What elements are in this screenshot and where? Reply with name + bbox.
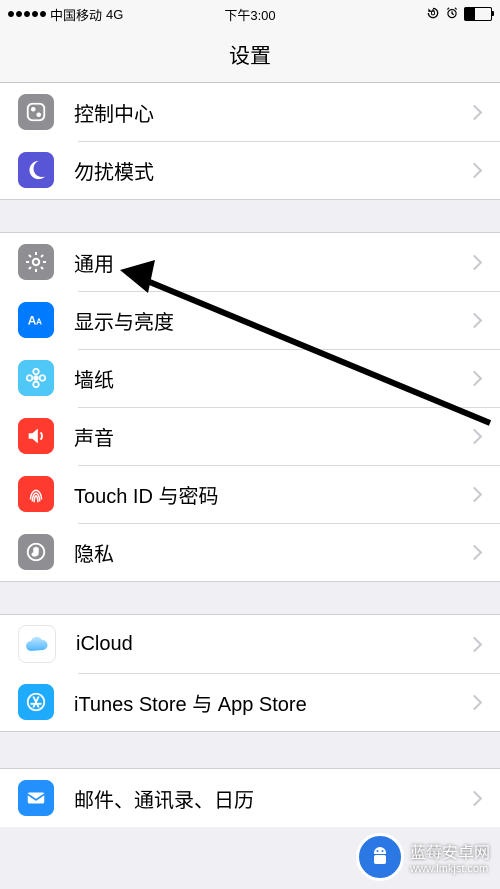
- control-center-icon: [18, 94, 54, 130]
- signal-dots-icon: [8, 11, 46, 17]
- nav-bar: 设置: [0, 28, 500, 83]
- chevron-right-icon: [467, 636, 483, 652]
- flower-icon: [18, 360, 54, 396]
- status-left: 中国移动 4G: [8, 5, 123, 24]
- watermark-url: www.lmkjst.com: [410, 863, 488, 875]
- row-privacy[interactable]: 隐私: [0, 523, 500, 581]
- watermark: 蓝莓安卓网 www.lmkjst.com: [356, 833, 490, 881]
- row-touchid[interactable]: Touch ID 与密码: [0, 465, 500, 523]
- row-label: 勿扰模式: [74, 156, 469, 185]
- row-general[interactable]: 通用: [0, 233, 500, 291]
- row-wallpaper[interactable]: 墙纸: [0, 349, 500, 407]
- svg-text:A: A: [36, 318, 42, 327]
- fingerprint-icon: [18, 476, 54, 512]
- settings-group-3: iCloud iTunes Store 与 App Store: [0, 614, 500, 732]
- row-control-center[interactable]: 控制中心: [0, 83, 500, 141]
- chevron-right-icon: [467, 104, 483, 120]
- gear-icon: [18, 244, 54, 280]
- chevron-right-icon: [467, 162, 483, 178]
- appstore-icon: [18, 684, 54, 720]
- cloud-icon: [18, 625, 56, 663]
- mail-icon: [18, 780, 54, 816]
- clock-label: 下午3:00: [224, 5, 275, 24]
- row-display[interactable]: AA 显示与亮度: [0, 291, 500, 349]
- row-label: 显示与亮度: [74, 306, 469, 335]
- row-label: 通用: [74, 248, 469, 277]
- chevron-right-icon: [467, 428, 483, 444]
- row-label: 邮件、通讯录、日历: [74, 784, 469, 813]
- settings-group-2: 通用 AA 显示与亮度 墙纸 声音 Touch ID 与密码 隐私: [0, 232, 500, 582]
- row-label: 控制中心: [74, 98, 469, 127]
- row-label: 隐私: [74, 538, 469, 567]
- row-label: iCloud: [76, 633, 469, 656]
- row-label: Touch ID 与密码: [74, 480, 469, 509]
- battery-icon: [464, 7, 492, 21]
- page-title: 设置: [229, 40, 271, 70]
- settings-group-4: 邮件、通讯录、日历: [0, 768, 500, 827]
- row-label: 墙纸: [74, 364, 469, 393]
- watermark-logo-icon: [356, 833, 404, 881]
- network-label: 4G: [106, 7, 123, 22]
- chevron-right-icon: [467, 370, 483, 386]
- text-size-icon: AA: [18, 302, 54, 338]
- chevron-right-icon: [467, 790, 483, 806]
- chevron-right-icon: [467, 544, 483, 560]
- status-bar: 中国移动 4G 下午3:00: [0, 0, 500, 28]
- row-mail[interactable]: 邮件、通讯录、日历: [0, 769, 500, 827]
- row-sound[interactable]: 声音: [0, 407, 500, 465]
- chevron-right-icon: [467, 254, 483, 270]
- alarm-icon: [445, 6, 459, 23]
- watermark-title: 蓝莓安卓网: [410, 839, 490, 863]
- chevron-right-icon: [467, 486, 483, 502]
- row-label: iTunes Store 与 App Store: [74, 688, 469, 717]
- status-right: [426, 6, 492, 23]
- chevron-right-icon: [467, 694, 483, 710]
- hand-icon: [18, 534, 54, 570]
- settings-group-1: 控制中心 勿扰模式: [0, 83, 500, 200]
- row-dnd[interactable]: 勿扰模式: [0, 141, 500, 199]
- chevron-right-icon: [467, 312, 483, 328]
- speaker-icon: [18, 418, 54, 454]
- row-icloud[interactable]: iCloud: [0, 615, 500, 673]
- carrier-label: 中国移动: [50, 5, 102, 24]
- moon-icon: [18, 152, 54, 188]
- row-appstore[interactable]: iTunes Store 与 App Store: [0, 673, 500, 731]
- row-label: 声音: [74, 422, 469, 451]
- rotation-lock-icon: [426, 6, 440, 23]
